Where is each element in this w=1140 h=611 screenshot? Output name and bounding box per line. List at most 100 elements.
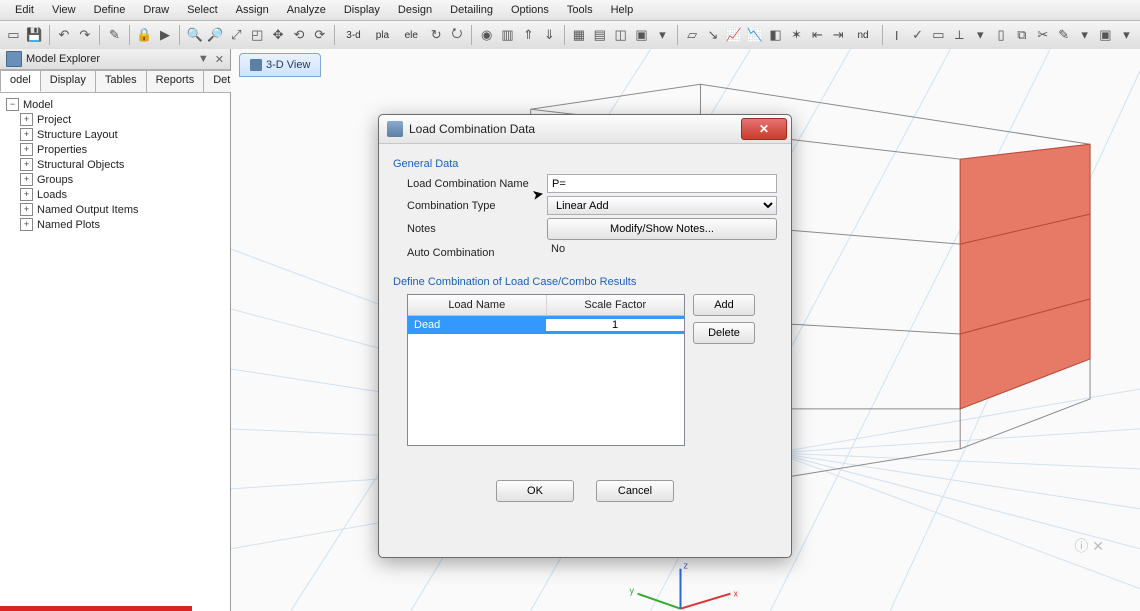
- chevron-down-icon[interactable]: ▾: [653, 23, 672, 47]
- chart2-icon[interactable]: 📉: [745, 23, 764, 47]
- first-icon[interactable]: ⇤: [808, 23, 827, 47]
- expand-icon[interactable]: +: [20, 143, 33, 156]
- run-icon[interactable]: ▶: [156, 23, 175, 47]
- view-elev-button[interactable]: ele: [398, 23, 425, 47]
- menu-options[interactable]: Options: [502, 2, 558, 18]
- delete-button[interactable]: Delete: [693, 322, 755, 344]
- split-icon[interactable]: ◫: [611, 23, 630, 47]
- cell-scale[interactable]: 1: [546, 319, 684, 331]
- tile-icon[interactable]: ▤: [590, 23, 609, 47]
- draw-icon[interactable]: ✎: [1054, 23, 1073, 47]
- more-icon[interactable]: ▾: [1075, 23, 1094, 47]
- menu-draw[interactable]: Draw: [134, 2, 178, 18]
- col-scale[interactable]: Scale Factor: [547, 295, 685, 315]
- collapse-icon[interactable]: −: [6, 98, 19, 111]
- combo-table[interactable]: Load Name Scale Factor Dead 1: [407, 294, 685, 446]
- save-icon[interactable]: 💾: [25, 23, 44, 47]
- menu-analyze[interactable]: Analyze: [278, 2, 335, 18]
- persp-icon[interactable]: ▱: [683, 23, 702, 47]
- menu-design[interactable]: Design: [389, 2, 441, 18]
- add-button[interactable]: Add: [693, 294, 755, 316]
- cancel-button[interactable]: Cancel: [596, 480, 674, 502]
- view-3d-button[interactable]: 3-d: [340, 23, 367, 47]
- object-icon[interactable]: ◉: [477, 23, 496, 47]
- check-icon[interactable]: ✓: [908, 23, 927, 47]
- expand-icon[interactable]: +: [20, 113, 33, 126]
- section-icon[interactable]: ▥: [498, 23, 517, 47]
- tree-item-structural-objects[interactable]: +Structural Objects: [6, 157, 224, 172]
- table-row[interactable]: Dead 1: [408, 316, 684, 334]
- tree-item-groups[interactable]: +Groups: [6, 172, 224, 187]
- tool-b-icon[interactable]: ▾: [1117, 23, 1136, 47]
- dim-icon[interactable]: ⟂: [950, 23, 969, 47]
- menu-help[interactable]: Help: [602, 2, 643, 18]
- tab-model[interactable]: odel: [0, 70, 41, 92]
- open-icon[interactable]: ▭: [4, 23, 23, 47]
- menu-detailing[interactable]: Detailing: [441, 2, 502, 18]
- menu-define[interactable]: Define: [85, 2, 135, 18]
- prop-icon[interactable]: ▾: [971, 23, 990, 47]
- orbit-icon[interactable]: ⭮: [448, 23, 467, 47]
- expand-icon[interactable]: +: [20, 203, 33, 216]
- combo-type-select[interactable]: Linear Add: [547, 196, 777, 215]
- panel-menu-icon[interactable]: ▼: [198, 53, 209, 65]
- tree-item-project[interactable]: +Project: [6, 112, 224, 127]
- lock-icon[interactable]: 🔒: [135, 23, 154, 47]
- expand-icon[interactable]: +: [20, 128, 33, 141]
- nd-button[interactable]: nd: [850, 23, 877, 47]
- modify-notes-button[interactable]: Modify/Show Notes...: [547, 218, 777, 240]
- view-prev-icon[interactable]: ⟲: [290, 23, 309, 47]
- expand-icon[interactable]: +: [20, 218, 33, 231]
- menu-display[interactable]: Display: [335, 2, 389, 18]
- view-tab-3d[interactable]: 3-D View: [239, 53, 321, 77]
- view-plan-button[interactable]: pla: [369, 23, 396, 47]
- combo-name-input[interactable]: [547, 174, 777, 193]
- pan-icon[interactable]: ✥: [269, 23, 288, 47]
- menu-tools[interactable]: Tools: [558, 2, 602, 18]
- menu-assign[interactable]: Assign: [227, 2, 278, 18]
- chart1-icon[interactable]: 📈: [724, 23, 743, 47]
- expand-icon[interactable]: +: [20, 173, 33, 186]
- model-tree[interactable]: −Model +Project +Structure Layout +Prope…: [0, 93, 230, 611]
- text-icon[interactable]: I: [887, 23, 906, 47]
- tab-display[interactable]: Display: [40, 70, 96, 92]
- cut-icon[interactable]: ✂: [1033, 23, 1052, 47]
- snap-icon[interactable]: ✶: [787, 23, 806, 47]
- dialog-titlebar[interactable]: Load Combination Data ✕: [379, 115, 791, 144]
- rotate-icon[interactable]: ↻: [427, 23, 446, 47]
- tree-item-named-plots[interactable]: +Named Plots: [6, 217, 224, 232]
- tree-item-structure-layout[interactable]: +Structure Layout: [6, 127, 224, 142]
- col-icon[interactable]: ▯: [992, 23, 1011, 47]
- tree-item-loads[interactable]: +Loads: [6, 187, 224, 202]
- ok-button[interactable]: OK: [496, 480, 574, 502]
- close-icon[interactable]: ✕: [741, 118, 787, 140]
- menu-view[interactable]: View: [43, 2, 85, 18]
- col-loadname[interactable]: Load Name: [408, 295, 547, 315]
- link-icon[interactable]: ⧉: [1013, 23, 1032, 47]
- tree-root[interactable]: −Model: [6, 97, 224, 112]
- undo-icon[interactable]: ↶: [55, 23, 74, 47]
- zoom-window-icon[interactable]: ◰: [248, 23, 267, 47]
- group-icon[interactable]: ▦: [569, 23, 588, 47]
- expand-icon[interactable]: +: [20, 188, 33, 201]
- tree-item-named-output[interactable]: +Named Output Items: [6, 202, 224, 217]
- named-view-icon[interactable]: ◧: [766, 23, 785, 47]
- tree-item-properties[interactable]: +Properties: [6, 142, 224, 157]
- zoom-in-icon[interactable]: 🔍: [185, 23, 204, 47]
- expand-icon[interactable]: +: [20, 158, 33, 171]
- arrow-down-icon[interactable]: ⇓: [540, 23, 559, 47]
- view-next-icon[interactable]: ⟳: [310, 23, 329, 47]
- panel-close-icon[interactable]: ✕: [215, 53, 224, 66]
- zoom-out-icon[interactable]: 🔎: [206, 23, 225, 47]
- shrink-icon[interactable]: ↘: [704, 23, 723, 47]
- tool-a-icon[interactable]: ▣: [1096, 23, 1115, 47]
- redo-icon[interactable]: ↷: [75, 23, 94, 47]
- menu-edit[interactable]: Edit: [6, 2, 43, 18]
- zoom-extents-icon[interactable]: ⤢: [227, 23, 246, 47]
- last-icon[interactable]: ⇥: [829, 23, 848, 47]
- viewport-hint-icons[interactable]: ⓘ ✕: [1074, 536, 1104, 556]
- measure-icon[interactable]: ✎: [105, 23, 124, 47]
- rect-icon[interactable]: ▭: [929, 23, 948, 47]
- tab-reports[interactable]: Reports: [146, 70, 205, 92]
- arrow-up-icon[interactable]: ⇑: [519, 23, 538, 47]
